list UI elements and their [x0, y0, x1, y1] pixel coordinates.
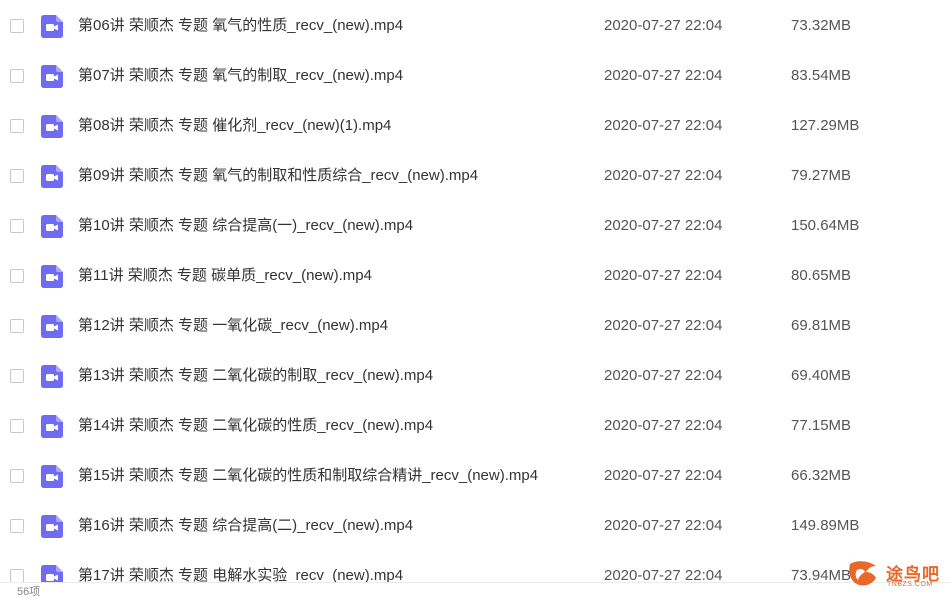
row-checkbox[interactable]: [10, 569, 24, 582]
file-size: 69.40MB: [791, 367, 852, 384]
row-checkbox[interactable]: [10, 69, 24, 83]
file-name[interactable]: 第16讲 荣顺杰 专题 综合提高(二)_recv_(new).mp4: [78, 517, 413, 535]
row-checkbox[interactable]: [10, 519, 24, 533]
file-modified-date: 2020-07-27 22:04: [604, 367, 723, 384]
row-checkbox[interactable]: [10, 369, 24, 383]
file-row[interactable]: 第16讲 荣顺杰 专题 综合提高(二)_recv_(new).mp4 2020-0…: [0, 501, 951, 551]
video-file-icon: [41, 515, 63, 538]
file-row[interactable]: 第17讲 荣顺杰 专题 电解水实验_recv_(new).mp4 2020-07-…: [0, 551, 951, 582]
file-name[interactable]: 第10讲 荣顺杰 专题 综合提高(一)_recv_(new).mp4: [78, 217, 413, 235]
row-checkbox[interactable]: [10, 319, 24, 333]
file-row[interactable]: 第08讲 荣顺杰 专题 催化剂_recv_(new)(1).mp4 2020-07…: [0, 101, 951, 151]
file-size: 127.29MB: [791, 117, 860, 134]
file-row[interactable]: 第14讲 荣顺杰 专题 二氧化碳的性质_recv_(new).mp4 2020-0…: [0, 401, 951, 451]
file-size: 73.94MB: [791, 567, 852, 582]
file-name[interactable]: 第15讲 荣顺杰 专题 二氧化碳的性质和制取综合精讲_recv_(new).mp…: [78, 467, 538, 485]
file-row[interactable]: 第07讲 荣顺杰 专题 氧气的制取_recv_(new).mp4 2020-07-…: [0, 51, 951, 101]
file-row[interactable]: 第11讲 荣顺杰 专题 碳单质_recv_(new).mp4 2020-07-27…: [0, 251, 951, 301]
file-modified-date: 2020-07-27 22:04: [604, 417, 723, 434]
watermark-domain: TNBZS.COM: [887, 581, 933, 588]
row-checkbox[interactable]: [10, 469, 24, 483]
row-checkbox[interactable]: [10, 169, 24, 183]
file-name[interactable]: 第08讲 荣顺杰 专题 催化剂_recv_(new)(1).mp4: [78, 117, 391, 135]
file-row[interactable]: 第12讲 荣顺杰 专题 一氧化碳_recv_(new).mp4 2020-07-2…: [0, 301, 951, 351]
file-list: 第06讲 荣顺杰 专题 氧气的性质_recv_(new).mp4 2020-07-…: [0, 0, 951, 582]
file-size: 83.54MB: [791, 67, 852, 84]
file-name[interactable]: 第09讲 荣顺杰 专题 氧气的制取和性质综合_recv_(new).mp4: [78, 167, 478, 185]
video-file-icon: [41, 365, 63, 388]
file-row[interactable]: 第13讲 荣顺杰 专题 二氧化碳的制取_recv_(new).mp4 2020-0…: [0, 351, 951, 401]
video-file-icon: [41, 415, 63, 438]
file-modified-date: 2020-07-27 22:04: [604, 567, 723, 582]
video-file-icon: [41, 215, 63, 238]
file-size: 66.32MB: [791, 467, 852, 484]
file-modified-date: 2020-07-27 22:04: [604, 67, 723, 84]
file-modified-date: 2020-07-27 22:04: [604, 317, 723, 334]
file-size: 79.27MB: [791, 167, 852, 184]
video-file-icon: [41, 265, 63, 288]
file-name[interactable]: 第17讲 荣顺杰 专题 电解水实验_recv_(new).mp4: [78, 567, 403, 582]
file-size: 73.32MB: [791, 17, 852, 34]
watermark-logo: 途鸟吧 TNBZS.COM: [846, 556, 948, 592]
video-file-icon: [41, 65, 63, 88]
item-count: 56项: [17, 586, 41, 598]
file-name[interactable]: 第07讲 荣顺杰 专题 氧气的制取_recv_(new).mp4: [78, 67, 403, 85]
video-file-icon: [41, 165, 63, 188]
file-modified-date: 2020-07-27 22:04: [604, 517, 723, 534]
video-file-icon: [41, 465, 63, 488]
video-file-icon: [41, 115, 63, 138]
file-size: 150.64MB: [791, 217, 860, 234]
file-modified-date: 2020-07-27 22:04: [604, 467, 723, 484]
file-size: 80.65MB: [791, 267, 852, 284]
file-modified-date: 2020-07-27 22:04: [604, 167, 723, 184]
row-checkbox[interactable]: [10, 419, 24, 433]
file-row[interactable]: 第09讲 荣顺杰 专题 氧气的制取和性质综合_recv_(new).mp4 202…: [0, 151, 951, 201]
file-modified-date: 2020-07-27 22:04: [604, 217, 723, 234]
video-file-icon: [41, 15, 63, 38]
file-name[interactable]: 第13讲 荣顺杰 专题 二氧化碳的制取_recv_(new).mp4: [78, 367, 433, 385]
file-size: 69.81MB: [791, 317, 852, 334]
row-checkbox[interactable]: [10, 19, 24, 33]
file-name[interactable]: 第12讲 荣顺杰 专题 一氧化碳_recv_(new).mp4: [78, 317, 388, 335]
file-row[interactable]: 第10讲 荣顺杰 专题 综合提高(一)_recv_(new).mp4 2020-0…: [0, 201, 951, 251]
video-file-icon: [41, 315, 63, 338]
video-file-icon: [41, 565, 63, 582]
bird-logo-icon: [849, 561, 876, 586]
row-checkbox[interactable]: [10, 119, 24, 133]
status-bar: 56项: [0, 582, 951, 598]
file-modified-date: 2020-07-27 22:04: [604, 117, 723, 134]
row-checkbox[interactable]: [10, 219, 24, 233]
file-modified-date: 2020-07-27 22:04: [604, 17, 723, 34]
file-row[interactable]: 第06讲 荣顺杰 专题 氧气的性质_recv_(new).mp4 2020-07-…: [0, 1, 951, 51]
file-name[interactable]: 第06讲 荣顺杰 专题 氧气的性质_recv_(new).mp4: [78, 17, 403, 35]
row-checkbox[interactable]: [10, 269, 24, 283]
file-name[interactable]: 第14讲 荣顺杰 专题 二氧化碳的性质_recv_(new).mp4: [78, 417, 433, 435]
file-name[interactable]: 第11讲 荣顺杰 专题 碳单质_recv_(new).mp4: [78, 267, 372, 285]
file-row[interactable]: 第15讲 荣顺杰 专题 二氧化碳的性质和制取综合精讲_recv_(new).mp…: [0, 451, 951, 501]
file-size: 149.89MB: [791, 517, 860, 534]
file-size: 77.15MB: [791, 417, 852, 434]
file-modified-date: 2020-07-27 22:04: [604, 267, 723, 284]
